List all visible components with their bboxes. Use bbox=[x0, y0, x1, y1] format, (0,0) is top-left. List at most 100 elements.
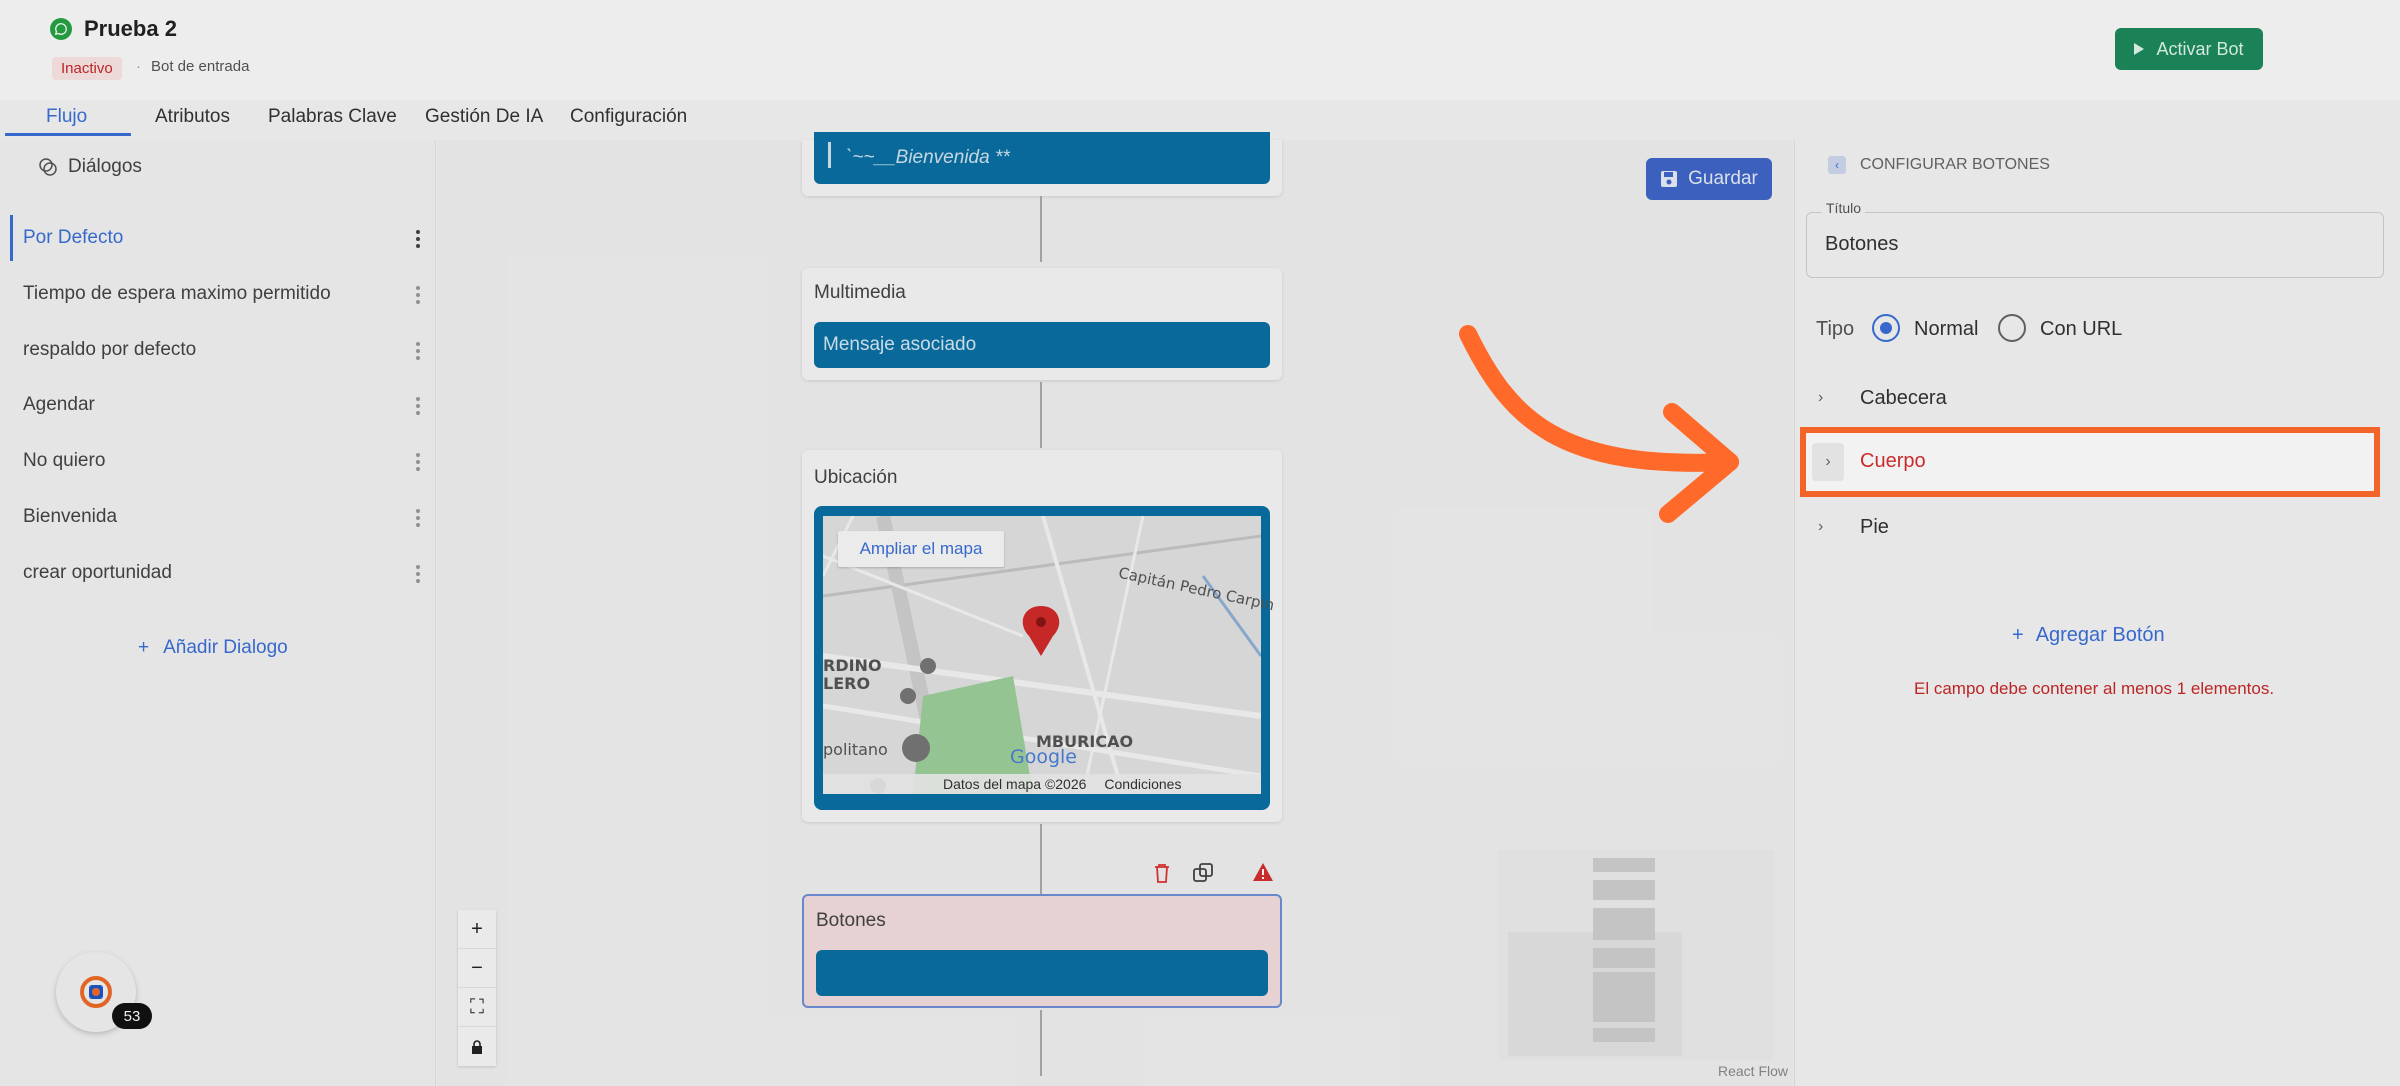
kebab-menu-icon[interactable] bbox=[416, 397, 420, 415]
tab-configuracion[interactable]: Configuración bbox=[570, 106, 687, 128]
kebab-menu-icon[interactable] bbox=[416, 230, 420, 248]
accordion-cuerpo[interactable]: › Cuerpo bbox=[1800, 427, 2380, 497]
validation-error: El campo debe contener al menos 1 elemen… bbox=[1914, 679, 2275, 698]
dialog-item-crear-oportunidad[interactable]: crear oportunidad bbox=[10, 550, 420, 596]
panel-heading: ‹ CONFIGURAR BOTONES bbox=[1828, 156, 2050, 174]
plus-icon: + bbox=[2012, 624, 2024, 646]
dialog-label: Bienvenida bbox=[23, 506, 118, 527]
fit-view-icon[interactable]: ⛶ bbox=[458, 988, 496, 1027]
separator: · bbox=[136, 58, 141, 75]
radio-con-url-label[interactable]: Con URL bbox=[2040, 318, 2122, 341]
tab-gestion-ia[interactable]: Gestión De IA bbox=[425, 106, 543, 128]
tab-palabras-clave[interactable]: Palabras Clave bbox=[268, 106, 397, 128]
dialog-label: No quiero bbox=[23, 450, 106, 471]
dialog-item-agendar[interactable]: Agendar bbox=[10, 382, 420, 428]
copy-icon[interactable] bbox=[1192, 862, 1214, 889]
map-terms-link[interactable]: Condiciones bbox=[1104, 776, 1181, 792]
panel-heading-label: CONFIGURAR BOTONES bbox=[1860, 156, 2050, 173]
title-field-value[interactable]: Botones bbox=[1825, 233, 1898, 256]
activate-bot-label: Activar Bot bbox=[2156, 38, 2244, 59]
tab-atributos[interactable]: Atributos bbox=[155, 106, 230, 128]
node-title: Multimedia bbox=[814, 282, 906, 303]
accordion-label: Pie bbox=[1860, 515, 1889, 538]
whatsapp-icon bbox=[50, 18, 72, 40]
add-dialog-label: Añadir Dialogo bbox=[163, 637, 288, 658]
radio-normal-label[interactable]: Normal bbox=[1914, 318, 1978, 341]
edge bbox=[1040, 196, 1042, 262]
edge bbox=[1040, 1010, 1042, 1076]
assistant-logo-icon bbox=[80, 976, 112, 1008]
add-dialog-button[interactable]: + Añadir Dialogo bbox=[138, 637, 288, 659]
kebab-menu-icon[interactable] bbox=[416, 342, 420, 360]
kebab-menu-icon[interactable] bbox=[416, 286, 420, 304]
dialog-item-bienvenida[interactable]: Bienvenida bbox=[10, 494, 420, 540]
map-footer: Datos del mapa ©2026 Condiciones bbox=[823, 774, 1261, 794]
dialog-label: Agendar bbox=[23, 394, 95, 415]
multimedia-node[interactable]: Multimedia Mensaje asociado bbox=[802, 268, 1282, 380]
add-button-label: Agregar Botón bbox=[2035, 624, 2165, 646]
dialog-item-no-quiero[interactable]: No quiero bbox=[10, 438, 420, 484]
minimap[interactable] bbox=[1498, 850, 1774, 1060]
react-flow-attribution[interactable]: React Flow bbox=[1718, 1063, 1788, 1079]
save-button[interactable]: Guardar bbox=[1646, 158, 1772, 200]
map-area-label: LERO bbox=[823, 674, 871, 693]
plus-icon: + bbox=[138, 637, 150, 658]
floppy-icon bbox=[1661, 171, 1678, 187]
dialogs-heading-label: Diálogos bbox=[68, 156, 142, 177]
type-label: Tipo bbox=[1816, 318, 1855, 340]
chat-icon bbox=[39, 158, 57, 176]
dialog-item-respaldo[interactable]: respaldo por defecto bbox=[10, 327, 420, 373]
node-title: Ubicación bbox=[814, 467, 898, 488]
warning-icon bbox=[1252, 862, 1274, 887]
activate-bot-button[interactable]: Activar Bot bbox=[2115, 28, 2263, 70]
dialog-label: crear oportunidad bbox=[23, 562, 172, 583]
notification-count-badge: 53 bbox=[112, 1003, 152, 1029]
map-data-credit: Datos del mapa ©2026 bbox=[943, 776, 1087, 792]
dialog-label: respaldo por defecto bbox=[23, 339, 197, 360]
edge bbox=[1040, 824, 1042, 894]
zoom-out-icon[interactable]: − bbox=[458, 949, 496, 988]
trash-icon[interactable] bbox=[1152, 862, 1172, 889]
google-logo: Google bbox=[1010, 746, 1078, 768]
dialog-label: Tiempo de espera maximo permitido bbox=[23, 283, 331, 304]
accordion-label: Cabecera bbox=[1860, 386, 1947, 409]
radio-con-url[interactable] bbox=[1998, 314, 2026, 342]
radio-normal[interactable] bbox=[1872, 314, 1900, 342]
dialog-item-por-defecto[interactable]: Por Defecto bbox=[10, 215, 420, 261]
chevron-right-icon: › bbox=[1818, 518, 1824, 535]
kebab-menu-icon[interactable] bbox=[416, 565, 420, 583]
dialog-item-tiempo-espera[interactable]: Tiempo de espera maximo permitido bbox=[10, 271, 420, 317]
bot-type: Bot de entrada bbox=[151, 58, 250, 75]
dialogs-heading: Diálogos bbox=[38, 156, 142, 178]
status-badge: Inactivo bbox=[52, 57, 122, 80]
zoom-in-icon[interactable]: + bbox=[458, 910, 496, 949]
title-field-label: Título bbox=[1822, 200, 1866, 216]
chevron-right-icon: › bbox=[1812, 443, 1844, 481]
accordion-pie[interactable]: › Pie bbox=[1808, 502, 2376, 552]
node-message-bar[interactable]: Mensaje asociado bbox=[814, 322, 1270, 368]
buttons-node[interactable]: Botones bbox=[802, 894, 1282, 1008]
zoom-controls: + − ⛶ bbox=[458, 910, 496, 1066]
header bbox=[0, 0, 2400, 100]
play-icon bbox=[2134, 43, 2145, 55]
map-area-label: RDINO bbox=[823, 656, 882, 675]
active-tab-indicator bbox=[5, 133, 131, 136]
node-message-bar[interactable] bbox=[816, 950, 1268, 996]
expand-map-button[interactable]: Ampliar el mapa bbox=[838, 531, 1004, 567]
edge bbox=[1040, 382, 1042, 448]
kebab-menu-icon[interactable] bbox=[416, 453, 420, 471]
kebab-menu-icon[interactable] bbox=[416, 509, 420, 527]
dialog-label: Por Defecto bbox=[23, 227, 124, 248]
welcome-message-bar[interactable]: `~~__Bienvenida ** bbox=[814, 132, 1270, 184]
lock-icon[interactable] bbox=[458, 1027, 496, 1066]
accordion-cabecera[interactable]: › Cabecera bbox=[1808, 373, 2376, 423]
chevron-right-icon: › bbox=[1818, 389, 1824, 406]
save-label: Guardar bbox=[1688, 168, 1758, 189]
tab-flujo[interactable]: Flujo bbox=[46, 106, 87, 128]
accordion-label: Cuerpo bbox=[1860, 450, 1926, 472]
map-area-label: politano bbox=[823, 740, 888, 759]
bot-title: Prueba 2 bbox=[84, 16, 177, 41]
add-button-button[interactable]: + Agregar Botón bbox=[2012, 624, 2165, 647]
back-icon[interactable]: ‹ bbox=[1828, 156, 1846, 174]
configure-buttons-panel bbox=[1794, 140, 2400, 1086]
